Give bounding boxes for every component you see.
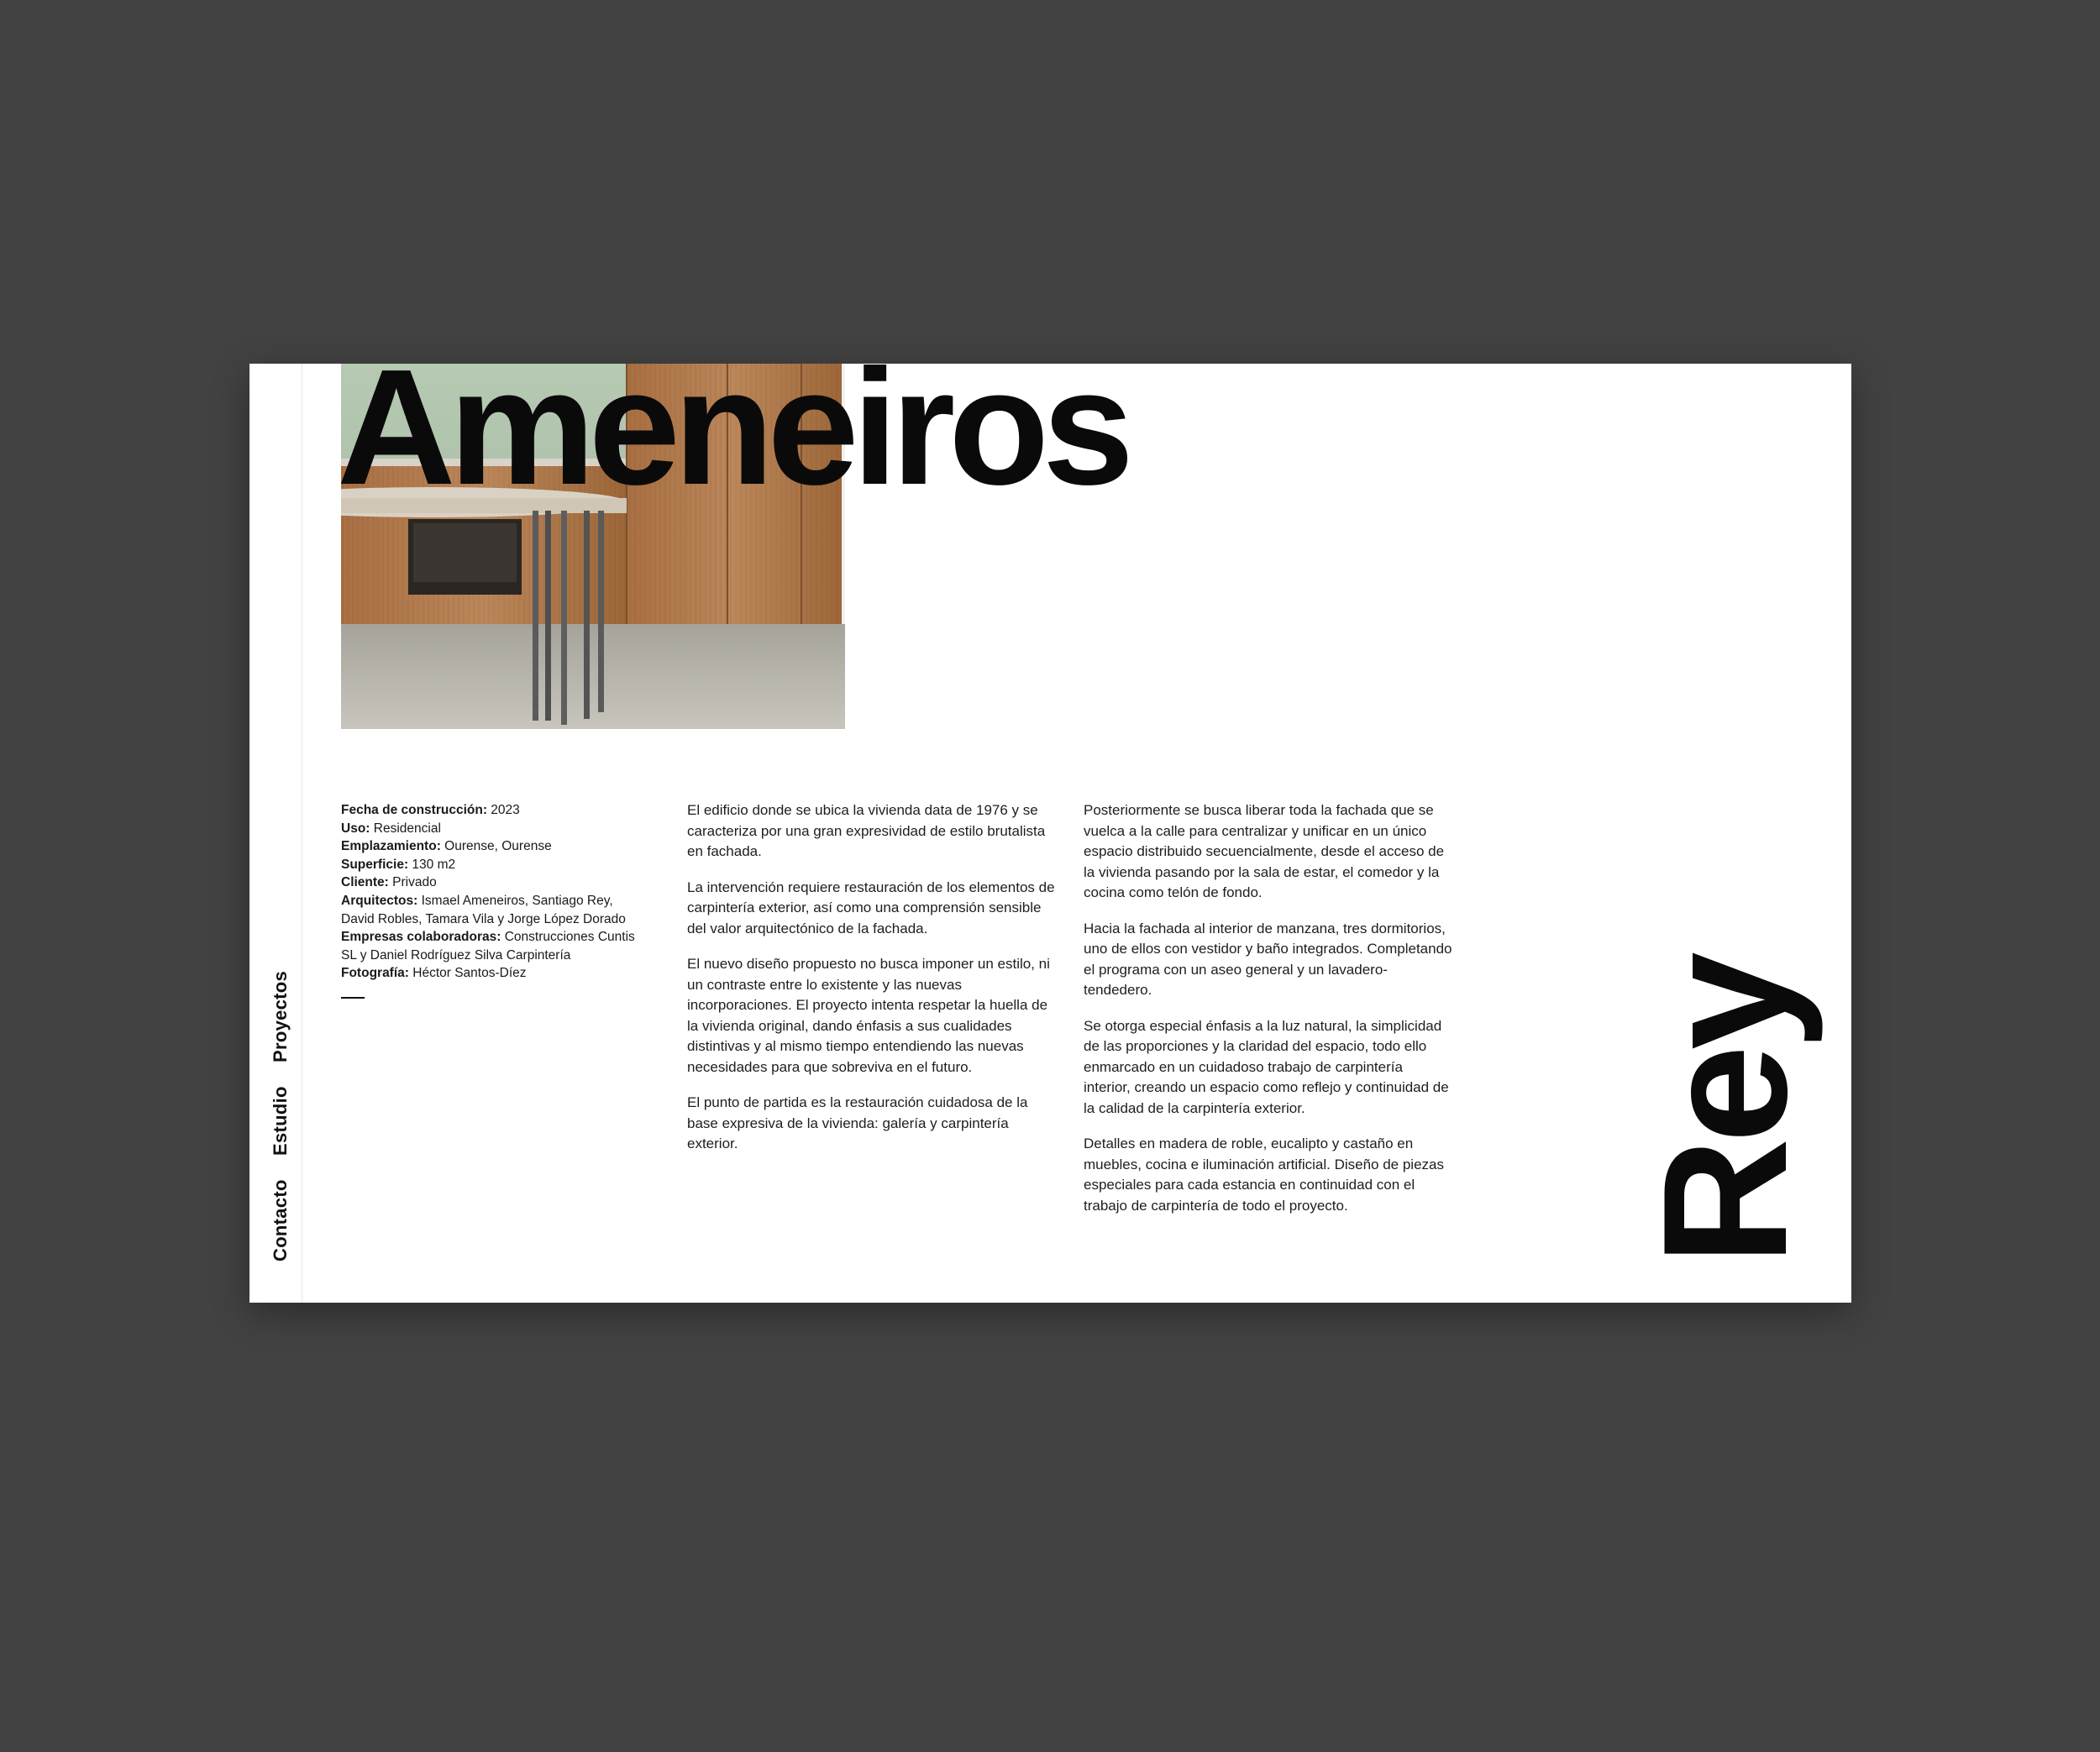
detail-row: Superficie: 130 m2 — [341, 856, 643, 874]
description-paragraph: La intervención requiere restauración de… — [687, 879, 1055, 936]
detail-value: 130 m2 — [412, 857, 456, 872]
detail-row: Emplazamiento: Ourense, Ourense — [341, 837, 643, 856]
detail-label: Empresas colaboradoras: — [341, 930, 501, 945]
description-column-2: Posteriormente se busca liberar toda la … — [1084, 800, 1453, 1231]
description-paragraph: Hacia la fachada al interior de manzana,… — [1084, 920, 1452, 999]
details-divider — [341, 996, 365, 999]
detail-value: Privado — [392, 875, 437, 890]
nav-estudio[interactable]: Estudio — [266, 1081, 295, 1161]
project-details: Fecha de construcción: 2023 Uso: Residen… — [341, 801, 643, 999]
detail-label: Uso: — [341, 821, 370, 836]
description-paragraph: Posteriormente se busca liberar toda la … — [1084, 802, 1445, 900]
detail-label: Superficie: — [341, 857, 409, 872]
project-title: Ameneiros — [337, 364, 1134, 519]
detail-value: Héctor Santos-Díez — [412, 966, 527, 981]
project-page: Proyectos Estudio Contacto Ameneiros Fec… — [249, 364, 1851, 1303]
detail-value: 2023 — [491, 803, 520, 817]
detail-label: Fotografía: — [341, 966, 409, 981]
description-paragraph: El punto de partida es la restauración c… — [687, 1094, 1028, 1151]
detail-row: Fecha de construcción: 2023 — [341, 801, 643, 820]
detail-value: Ourense, Ourense — [444, 839, 552, 854]
detail-label: Arquitectos: — [341, 893, 418, 908]
description-column-1: El edificio donde se ubica la vivienda d… — [687, 800, 1057, 1170]
description-paragraph: El edificio donde se ubica la vivienda d… — [687, 802, 1046, 859]
description-paragraph: El nuevo diseño propuesto no busca impon… — [687, 956, 1050, 1075]
detail-label: Cliente: — [341, 875, 389, 890]
description-paragraph: Se otorga especial énfasis a la luz natu… — [1084, 1017, 1449, 1116]
detail-label: Fecha de construcción: — [341, 803, 487, 817]
detail-row: Fotografía: Héctor Santos-Díez — [341, 964, 643, 983]
vertical-nav: Proyectos Estudio Contacto — [266, 964, 295, 1288]
detail-label: Emplazamiento: — [341, 839, 441, 854]
project-subtitle: Rey — [1626, 957, 1824, 1266]
project-subtitle-vertical: Rey — [1626, 947, 1824, 1275]
detail-value: Residencial — [373, 821, 441, 836]
detail-row: Uso: Residencial — [341, 820, 643, 838]
description-paragraph: Detalles en madera de roble, eucalipto y… — [1084, 1136, 1444, 1214]
nav-proyectos[interactable]: Proyectos — [266, 964, 295, 1069]
nav-contacto[interactable]: Contacto — [266, 1172, 295, 1269]
detail-row: Arquitectos: Ismael Ameneiros, Santiago … — [341, 892, 643, 928]
detail-row: Cliente: Privado — [341, 873, 643, 892]
detail-row: Empresas colaboradoras: Construcciones C… — [341, 928, 643, 964]
